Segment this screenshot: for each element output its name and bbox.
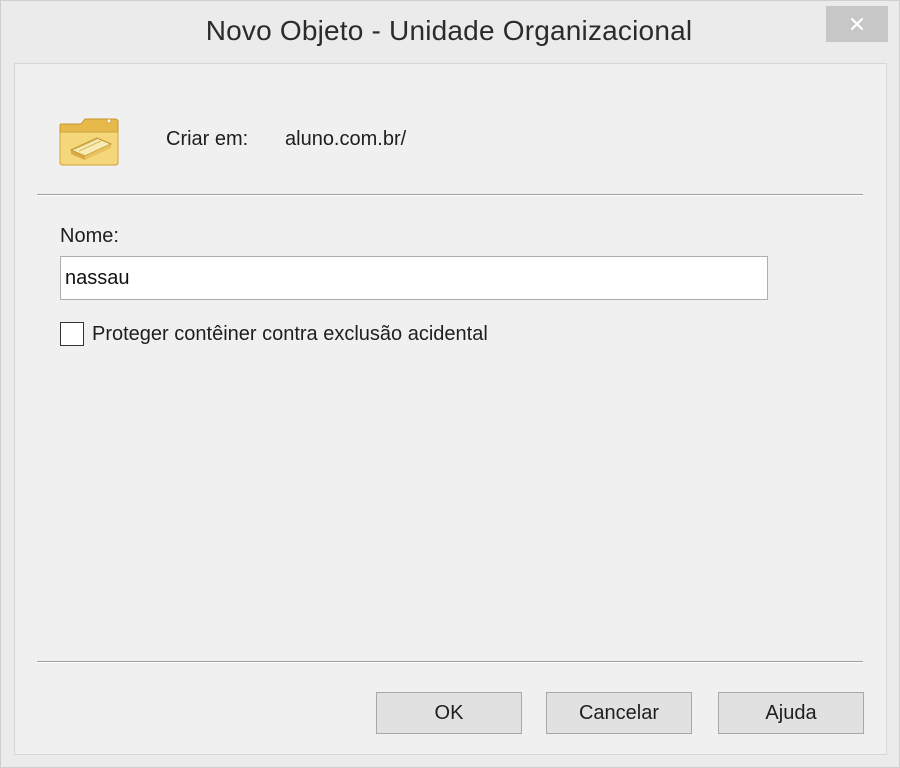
close-button[interactable]	[826, 6, 888, 42]
protect-checkbox-label[interactable]: Proteger contêiner contra exclusão acide…	[92, 323, 488, 346]
create-in-value: aluno.com.br/	[285, 128, 407, 150]
dialog-window: Novo Objeto - Unidade Organizacional Cri…	[0, 0, 900, 768]
protect-checkbox[interactable]	[60, 322, 84, 346]
name-label: Nome:	[60, 225, 119, 247]
dialog-body: Criar em: aluno.com.br/ Nome: Proteger c…	[14, 63, 887, 755]
protect-checkbox-row[interactable]: Proteger contêiner contra exclusão acide…	[60, 322, 488, 346]
cancel-button[interactable]: Cancelar	[546, 692, 692, 734]
create-in-label: Criar em:	[166, 128, 249, 150]
organizational-unit-icon	[57, 110, 121, 170]
help-button[interactable]: Ajuda	[718, 692, 864, 734]
close-icon	[849, 16, 865, 32]
ok-button[interactable]: OK	[376, 692, 522, 734]
name-input[interactable]	[60, 256, 768, 300]
window-title: Novo Objeto - Unidade Organizacional	[205, 15, 693, 46]
header-divider	[37, 194, 863, 196]
title-bar[interactable]: Novo Objeto - Unidade Organizacional	[1, 1, 899, 63]
footer-divider	[37, 661, 863, 663]
